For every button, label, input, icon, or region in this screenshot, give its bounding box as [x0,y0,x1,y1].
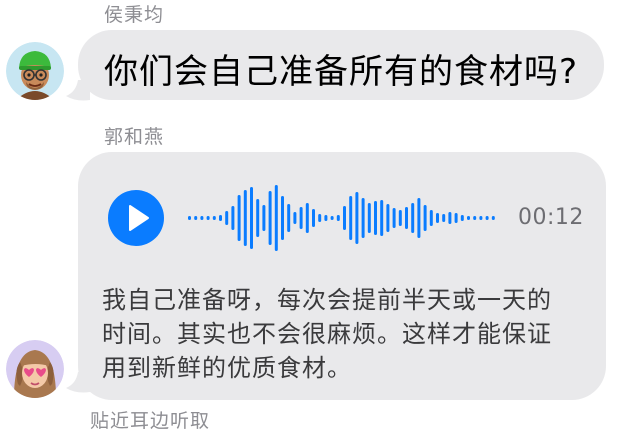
waveform-bar [361,198,365,238]
waveform-bar [256,199,260,237]
waveform-bar [405,207,408,229]
waveform-bar [194,216,198,220]
waveform-bar [225,211,229,225]
avatar-memoji-woman-icon[interactable] [6,340,64,398]
play-button[interactable] [108,190,164,246]
waveform-bar [417,198,421,238]
waveform-bar [485,216,489,220]
waveform-bar [312,209,315,227]
voice-duration: 00:12 [518,205,584,230]
waveform-bar [274,185,278,251]
waveform-bar [349,196,353,240]
sender-name: 郭和燕 [104,126,165,148]
waveform-bar [429,210,433,226]
voice-transcript: 我自己准备呀，每次会提前半天或一天的 时间。其实也不会很麻烦。这样才能保证 用到… [102,283,552,385]
waveform-bar [188,216,191,220]
waveform-bar [367,203,371,233]
waveform-bar [473,216,477,220]
waveform-bar [200,216,204,220]
waveform-bar [219,215,222,221]
waveform-bar [231,206,235,230]
waveform-bar [324,215,328,221]
waveform-bar [206,216,210,220]
waveform-bar [287,204,291,232]
waveform-bar [436,213,439,223]
waveform-bar [262,205,266,231]
waveform-bar [268,191,272,245]
waveform-bar [374,201,377,235]
waveform-bar [411,203,415,233]
waveform-bar [293,212,297,224]
transcript-line: 用到新鲜的优质食材。 [102,354,352,382]
waveform-bar [448,212,452,224]
waveform-bar [299,207,303,229]
message-bubble[interactable]: 你们会自己准备所有的食材吗? [78,30,604,100]
message-text: 你们会自己准备所有的食材吗? [104,52,579,92]
waveform-bar [467,216,470,220]
waveform-bar [336,215,340,221]
waveform-bar [237,195,241,241]
bubble-tail [66,372,90,393]
waveform-bar [398,210,402,226]
waveform-bar [386,204,390,232]
waveform-bar [330,216,334,220]
waveform-bar [318,214,322,222]
waveform-bar [380,200,384,236]
waveform-bar [454,213,458,223]
transcript-line: 我自己准备呀，每次会提前半天或一天的 [102,286,552,314]
avatar-memoji-man-icon[interactable] [6,42,64,100]
waveform-bar [355,192,359,244]
transcript-line: 时间。其实也不会很麻烦。这样才能保证 [102,320,552,348]
waveform-bar [243,190,247,246]
waveform-bar [212,216,216,220]
waveform-bar [343,206,346,230]
sender-name: 侯秉均 [104,4,165,26]
listen-earpiece-hint[interactable]: 贴近耳边听取 [90,406,210,433]
waveform-bar [491,216,495,220]
audio-waveform[interactable] [188,182,498,254]
waveform-bar [392,208,396,228]
waveform-bar [250,187,253,249]
waveform-bar [460,215,464,221]
waveform-bar [423,205,427,231]
waveform-bar [442,214,446,222]
waveform-bar [281,196,284,240]
waveform-bar [479,216,483,220]
play-icon [129,205,149,231]
waveform-bar [305,203,309,233]
voice-message-bubble[interactable]: 00:12 我自己准备呀，每次会提前半天或一天的 时间。其实也不会很麻烦。这样才… [78,152,606,400]
